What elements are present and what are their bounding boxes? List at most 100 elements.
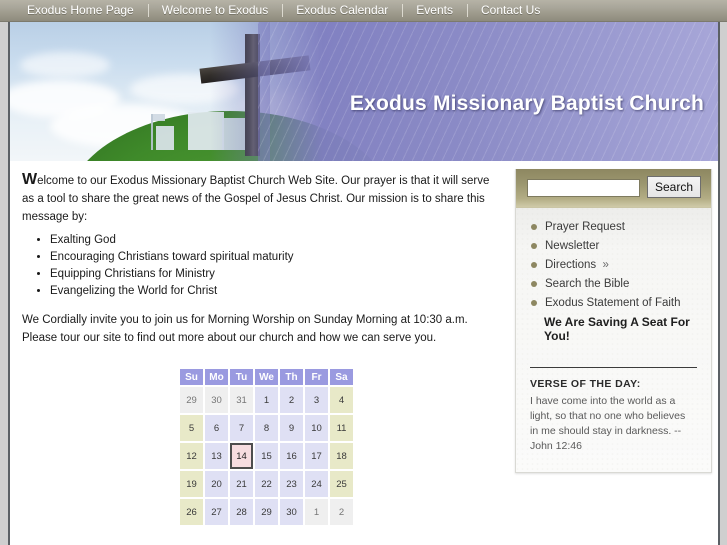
calendar-day-cell[interactable]: 20 <box>205 471 228 497</box>
sidebar-item-label: Exodus Statement of Faith <box>545 297 681 309</box>
calendar-day-cell[interactable]: 8 <box>255 415 278 441</box>
calendar-week-row: 26 27 28 29 30 1 2 <box>180 499 353 525</box>
sidebar-item-label: Newsletter <box>545 240 600 252</box>
nav-separator <box>466 4 468 17</box>
calendar-day-cell[interactable]: 12 <box>180 443 203 469</box>
calendar-day-cell[interactable]: 17 <box>305 443 328 469</box>
calendar-day-cell[interactable]: 1 <box>255 387 278 413</box>
page-title: Exodus Missionary Baptist Church <box>349 92 704 115</box>
content-area: Welcome to our Exodus Missionary Baptist… <box>10 161 718 543</box>
search-input[interactable] <box>527 179 640 197</box>
calendar-day-cell[interactable]: 1 <box>305 499 328 525</box>
calendar-day-cell[interactable]: 11 <box>330 415 353 441</box>
calendar-day-cell[interactable]: 6 <box>205 415 228 441</box>
calendar-day-cell[interactable]: 23 <box>280 471 303 497</box>
calendar-day-cell[interactable]: 21 <box>230 471 253 497</box>
calendar-day-cell[interactable]: 2 <box>330 499 353 525</box>
calendar-week-row: 29 30 31 1 2 3 4 <box>180 387 353 413</box>
calendar-body: 29 30 31 1 2 3 4 5 6 7 8 9 10 11 12 13 14 15 16 17 18 19 20 21 2… <box>180 387 353 525</box>
calendar-day-cell[interactable]: 27 <box>205 499 228 525</box>
sidebar-links: Prayer Request Newsletter Directions » S… <box>516 218 711 313</box>
calendar-day-cell[interactable]: 30 <box>280 499 303 525</box>
calendar-day-cell[interactable]: 5 <box>180 415 203 441</box>
calendar-day-cell[interactable]: 16 <box>280 443 303 469</box>
calendar-day-cell[interactable]: 29 <box>180 387 203 413</box>
calendar-day-header-tu: Tu <box>230 369 253 385</box>
bullet-icon <box>531 281 537 287</box>
calendar-day-cell[interactable]: 2 <box>280 387 303 413</box>
welcome-paragraph: Welcome to our Exodus Missionary Baptist… <box>22 171 502 226</box>
bullet-icon <box>531 224 537 230</box>
sidebar-item-label: Search the Bible <box>545 278 630 290</box>
mission-list: Exalting God Encouraging Christians towa… <box>22 232 502 299</box>
calendar-day-cell[interactable]: 13 <box>205 443 228 469</box>
search-bar: Search <box>516 169 711 208</box>
nav-separator <box>147 4 149 17</box>
bullet-icon <box>531 262 537 268</box>
nav-item-contact-us[interactable]: Contact Us <box>468 0 554 21</box>
building-shape <box>156 126 174 150</box>
sidebar-item-label: Directions <box>545 259 597 271</box>
calendar-day-header-we: We <box>255 369 278 385</box>
verse-of-the-day-title: VERSE OF THE DAY: <box>530 378 641 390</box>
verse-of-the-day-text: I have come into the world as a light, s… <box>530 395 686 452</box>
list-item: Evangelizing the World for Christ <box>50 283 502 299</box>
calendar-day-cell[interactable]: 28 <box>230 499 253 525</box>
bullet-icon <box>531 243 537 249</box>
top-navigation-bar: Exodus Home Page Welcome to Exodus Exodu… <box>0 0 727 22</box>
calendar-day-cell[interactable]: 22 <box>255 471 278 497</box>
calendar-day-header-fr: Fr <box>305 369 328 385</box>
nav-separator <box>282 4 284 17</box>
nav-item-events[interactable]: Events <box>403 0 467 21</box>
calendar-day-header-su: Su <box>180 369 203 385</box>
calendar-day-cell[interactable]: 19 <box>180 471 203 497</box>
calendar-week-row: 5 6 7 8 9 10 11 <box>180 415 353 441</box>
cloud-shape <box>20 52 110 78</box>
calendar-day-cell[interactable]: 4 <box>330 387 353 413</box>
calendar-day-header-sa: Sa <box>330 369 353 385</box>
sidebar-item-prayer-request[interactable]: Prayer Request <box>531 218 711 237</box>
calendar-day-cell[interactable]: 25 <box>330 471 353 497</box>
calendar-day-cell[interactable]: 30 <box>205 387 228 413</box>
nav-left-spacer <box>0 0 14 21</box>
nav-item-exodus-home-page[interactable]: Exodus Home Page <box>14 0 148 21</box>
calendar-day-today[interactable]: 14 <box>230 443 253 469</box>
site-banner: Exodus Missionary Baptist Church <box>10 22 718 161</box>
calendar-widget[interactable]: Su Mo Tu We Th Fr Sa 29 30 31 1 2 3 4 5 6 7 8 9 10 11… <box>178 367 355 527</box>
list-item: Encouraging Christians toward spiritual … <box>50 249 502 265</box>
page-frame: Exodus Missionary Baptist Church Welcome… <box>8 22 720 545</box>
calendar-day-cell[interactable]: 24 <box>305 471 328 497</box>
saving-a-seat-text: We Are Saving A Seat For You! <box>544 315 690 343</box>
nav-item-exodus-calendar[interactable]: Exodus Calendar <box>283 0 402 21</box>
sidebar-item-directions[interactable]: Directions » <box>531 256 711 275</box>
sidebar-body: Prayer Request Newsletter Directions » S… <box>516 208 711 472</box>
calendar-day-cell[interactable]: 3 <box>305 387 328 413</box>
list-item: Equipping Christians for Ministry <box>50 266 502 282</box>
drop-cap: W <box>22 171 38 188</box>
sidebar-item-label: Prayer Request <box>545 221 625 233</box>
nav-item-welcome-to-exodus[interactable]: Welcome to Exodus <box>149 0 283 21</box>
calendar-day-cell[interactable]: 10 <box>305 415 328 441</box>
nav-separator <box>402 4 404 17</box>
calendar-day-cell[interactable]: 31 <box>230 387 253 413</box>
calendar-day-header-th: Th <box>280 369 303 385</box>
calendar-day-header-mo: Mo <box>205 369 228 385</box>
calendar-week-row: 19 20 21 22 23 24 25 <box>180 471 353 497</box>
calendar-day-cell[interactable]: 29 <box>255 499 278 525</box>
calendar-day-cell[interactable]: 7 <box>230 415 253 441</box>
sidebar-divider <box>530 367 697 368</box>
sidebar-item-newsletter[interactable]: Newsletter <box>531 237 711 256</box>
calendar-week-row: 12 13 14 15 16 17 18 <box>180 443 353 469</box>
calendar-header-row: Su Mo Tu We Th Fr Sa <box>180 369 353 385</box>
list-item: Exalting God <box>50 232 502 248</box>
invitation-paragraph: We Cordially invite you to join us for M… <box>22 314 468 344</box>
sidebar-item-search-the-bible[interactable]: Search the Bible <box>531 275 711 294</box>
calendar-day-cell[interactable]: 18 <box>330 443 353 469</box>
calendar-day-cell[interactable]: 15 <box>255 443 278 469</box>
sidebar: Search Prayer Request Newsletter Directi… <box>515 169 712 473</box>
chevron-right-icon: » <box>602 259 609 271</box>
search-button[interactable]: Search <box>647 176 702 198</box>
calendar-day-cell[interactable]: 26 <box>180 499 203 525</box>
calendar-day-cell[interactable]: 9 <box>280 415 303 441</box>
sidebar-item-exodus-statement-of-faith[interactable]: Exodus Statement of Faith <box>531 294 711 313</box>
